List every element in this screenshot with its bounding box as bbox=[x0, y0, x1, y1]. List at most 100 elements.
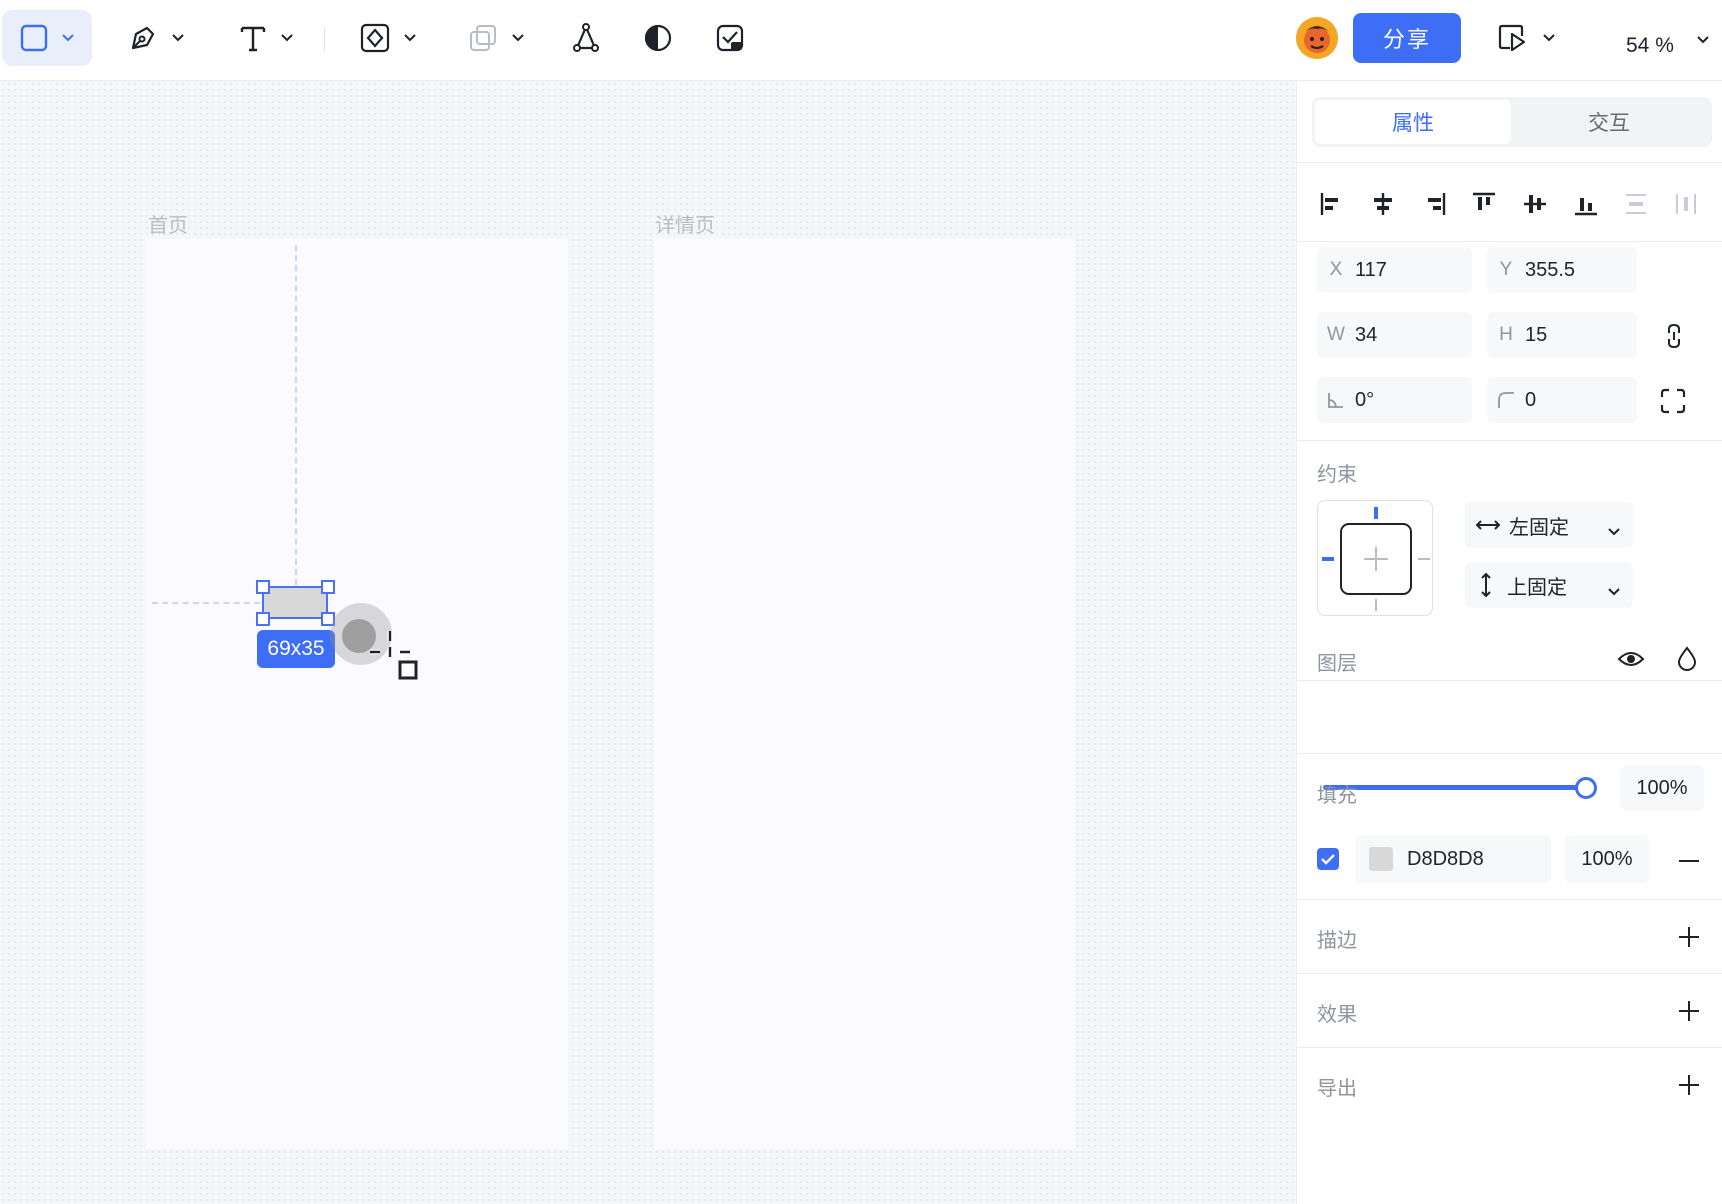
radius-value: 0 bbox=[1525, 388, 1537, 411]
frame-label-home[interactable]: 首页 bbox=[148, 209, 188, 238]
rectangle-tool-button[interactable] bbox=[2, 10, 92, 66]
fill-color-field[interactable]: D8D8D8 bbox=[1355, 835, 1551, 883]
selection-size-badge: 69x35 bbox=[257, 630, 335, 668]
preview-button[interactable] bbox=[1486, 10, 1566, 66]
add-export-plus-icon[interactable] bbox=[1675, 1071, 1703, 1099]
section-divider bbox=[1297, 680, 1722, 681]
rotation-field[interactable]: 0° bbox=[1317, 377, 1472, 423]
add-effect-plus-icon[interactable] bbox=[1675, 997, 1703, 1025]
panel-tabs: 属性 交互 bbox=[1312, 97, 1712, 147]
pen-icon bbox=[127, 22, 159, 54]
section-divider bbox=[1297, 162, 1722, 163]
design-editor: 分享 54 % 首页 详情页 69x35 属性 交互 X 117 Y 355.5… bbox=[0, 0, 1722, 1204]
align-horizontal-center-icon[interactable] bbox=[1368, 189, 1398, 219]
horizontal-arrows-icon bbox=[1475, 518, 1501, 532]
tab-properties[interactable]: 属性 bbox=[1315, 100, 1511, 144]
vertical-constraint-select[interactable]: 上固定 bbox=[1465, 562, 1633, 608]
fill-color-swatch[interactable] bbox=[1369, 847, 1393, 871]
x-label: X bbox=[1329, 259, 1343, 280]
align-bottom-icon[interactable] bbox=[1571, 189, 1601, 219]
resize-handle-top-left[interactable] bbox=[256, 580, 270, 594]
layer-opacity-field[interactable]: 100% bbox=[1620, 765, 1704, 811]
resize-handle-bottom-left[interactable] bbox=[256, 612, 270, 626]
fill-title: 填充 bbox=[1317, 785, 1357, 807]
vector-network-tool-button[interactable] bbox=[564, 10, 608, 66]
h-label: H bbox=[1499, 324, 1513, 345]
section-divider bbox=[1297, 753, 1722, 754]
align-left-icon[interactable] bbox=[1317, 189, 1347, 219]
rectangle-icon bbox=[19, 23, 49, 53]
opacity-slider-thumb[interactable] bbox=[1575, 777, 1597, 799]
export-title: 导出 bbox=[1317, 1078, 1357, 1100]
user-avatar[interactable] bbox=[1296, 17, 1338, 59]
chevron-down-icon bbox=[1607, 520, 1621, 543]
pen-tool-button[interactable] bbox=[118, 10, 194, 66]
align-vertical-center-icon[interactable] bbox=[1520, 189, 1550, 219]
zoom-dropdown[interactable]: 54 % bbox=[1620, 10, 1716, 66]
section-divider bbox=[1297, 1047, 1722, 1048]
w-label: W bbox=[1327, 324, 1345, 345]
vector-node-icon bbox=[570, 22, 602, 54]
section-divider bbox=[1297, 440, 1722, 441]
properties-panel: 属性 交互 X 117 Y 355.5 W 34 H 15 0° 0 约束 左固… bbox=[1296, 81, 1722, 1204]
text-icon bbox=[238, 23, 268, 53]
chevron-down-icon bbox=[403, 33, 417, 43]
y-position-field[interactable]: Y 355.5 bbox=[1487, 247, 1637, 293]
chevron-down-icon bbox=[1607, 580, 1621, 603]
section-divider bbox=[1297, 241, 1722, 242]
chevron-down-icon bbox=[511, 33, 525, 43]
chevron-down-icon bbox=[171, 33, 185, 43]
align-right-icon[interactable] bbox=[1419, 189, 1449, 219]
vertical-constraint-value: 上固定 bbox=[1507, 576, 1567, 599]
vertical-arrows-icon bbox=[1479, 572, 1493, 598]
horizontal-alignment-guide bbox=[152, 602, 260, 604]
constraints-title: 约束 bbox=[1317, 464, 1357, 486]
visibility-eye-icon[interactable] bbox=[1615, 643, 1647, 675]
width-field[interactable]: W 34 bbox=[1317, 312, 1472, 358]
crosshair-cursor-icon bbox=[362, 627, 426, 696]
lock-ratio-icon[interactable] bbox=[1659, 321, 1689, 351]
mask-tool-button[interactable] bbox=[636, 10, 680, 66]
share-button[interactable]: 分享 bbox=[1353, 13, 1461, 63]
distribute-horizontal-icon[interactable] bbox=[1671, 189, 1701, 219]
add-stroke-plus-icon[interactable] bbox=[1675, 923, 1703, 951]
constraint-widget[interactable] bbox=[1317, 500, 1433, 616]
fill-opacity-field[interactable]: 100% bbox=[1565, 835, 1649, 883]
fill-enabled-checkbox[interactable] bbox=[1317, 848, 1339, 870]
height-field[interactable]: H 15 bbox=[1487, 312, 1637, 358]
fill-hex-value: D8D8D8 bbox=[1407, 847, 1484, 870]
stroke-title: 描边 bbox=[1317, 930, 1357, 952]
component-tool-button[interactable] bbox=[350, 10, 426, 66]
y-label: Y bbox=[1499, 259, 1513, 280]
chevron-down-icon bbox=[1542, 33, 1556, 43]
text-tool-button[interactable] bbox=[228, 10, 304, 66]
align-top-icon[interactable] bbox=[1469, 189, 1499, 219]
section-divider bbox=[1297, 973, 1722, 974]
component-icon bbox=[359, 22, 391, 54]
boolean-tool-button[interactable] bbox=[458, 10, 534, 66]
independent-corners-icon[interactable] bbox=[1657, 385, 1689, 417]
selected-rectangle[interactable] bbox=[262, 586, 328, 619]
distribute-vertical-icon[interactable] bbox=[1621, 189, 1651, 219]
frame-detail[interactable] bbox=[654, 239, 1076, 1149]
design-canvas[interactable]: 首页 详情页 bbox=[0, 81, 1296, 1204]
x-position-field[interactable]: X 117 bbox=[1317, 247, 1472, 293]
resize-handle-top-right[interactable] bbox=[321, 580, 335, 594]
toolbar-divider bbox=[324, 26, 325, 52]
opacity-slider-track[interactable] bbox=[1323, 785, 1585, 790]
top-toolbar: 分享 54 % bbox=[0, 0, 1722, 81]
ai-tool-button[interactable] bbox=[708, 10, 752, 66]
zoom-level: 54 % bbox=[1626, 34, 1674, 57]
blend-mode-drop-icon[interactable] bbox=[1671, 643, 1703, 675]
rotation-value: 0° bbox=[1355, 388, 1375, 411]
chevron-down-icon bbox=[1696, 32, 1710, 50]
w-value: 34 bbox=[1355, 323, 1378, 346]
frame-home[interactable] bbox=[146, 239, 568, 1149]
chevron-down-icon bbox=[280, 33, 294, 43]
section-divider bbox=[1297, 899, 1722, 900]
horizontal-constraint-select[interactable]: 左固定 bbox=[1465, 502, 1633, 548]
remove-fill-icon[interactable] bbox=[1673, 845, 1705, 877]
corner-radius-field[interactable]: 0 bbox=[1487, 377, 1637, 423]
tab-interaction[interactable]: 交互 bbox=[1511, 100, 1707, 144]
frame-label-detail[interactable]: 详情页 bbox=[655, 209, 715, 238]
